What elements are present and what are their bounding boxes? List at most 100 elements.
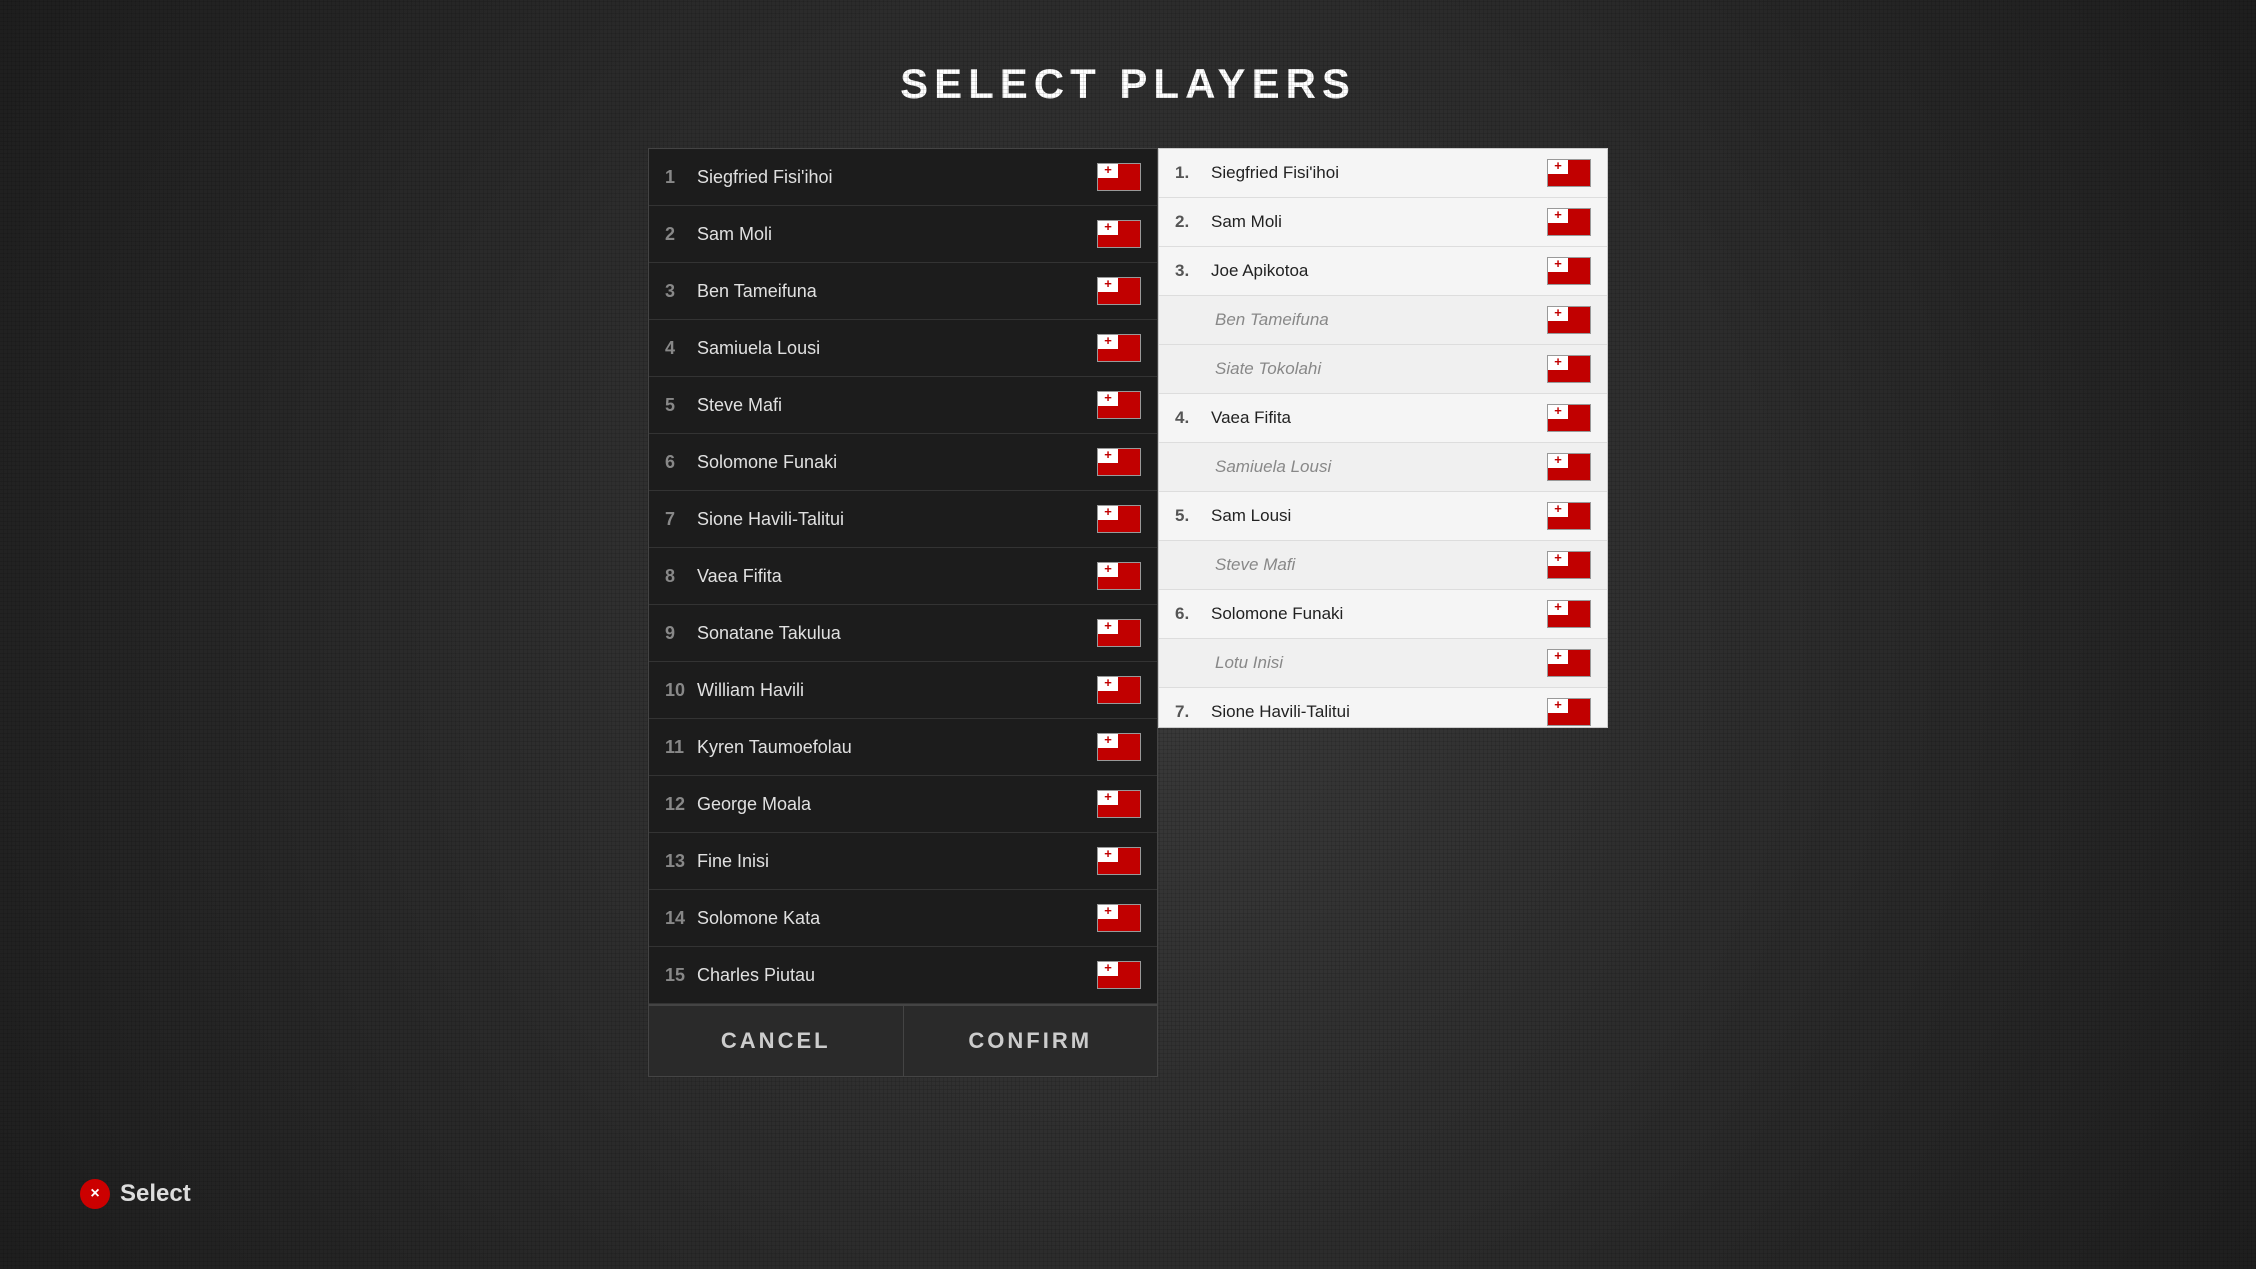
player-num: 3 [665,281,697,302]
lineup-starter-name: Sam Lousi [1211,506,1547,526]
player-flag [1097,619,1141,647]
lineup-flag [1547,404,1591,432]
player-row[interactable]: 3 Ben Tameifuna [649,263,1157,320]
lineup-starter-row[interactable]: 6. Solomone Funaki [1159,590,1607,639]
player-flag [1097,391,1141,419]
player-num: 6 [665,452,697,473]
player-num: 4 [665,338,697,359]
lineup-flag [1547,159,1591,187]
player-flag [1097,676,1141,704]
player-name: Sam Moli [697,224,1097,245]
player-flag [1097,733,1141,761]
player-num: 13 [665,851,697,872]
lineup-starter-row[interactable]: 5. Sam Lousi [1159,492,1607,541]
x-icon: × [80,1179,110,1209]
lineup-sub-flag [1547,453,1591,481]
lineup-flag [1547,257,1591,285]
player-row[interactable]: 12 George Moala [649,776,1157,833]
lineup-num: 2. [1175,212,1211,232]
lineup-sub-row[interactable]: Lotu Inisi [1159,639,1607,688]
lineup-sub-row[interactable]: Steve Mafi [1159,541,1607,590]
player-name: Solomone Kata [697,908,1097,929]
player-name: William Havili [697,680,1097,701]
page-title: SELECT PLAYERS [0,0,2256,108]
lineup-flag [1547,502,1591,530]
player-row[interactable]: 9 Sonatane Takulua [649,605,1157,662]
player-row[interactable]: 1 Siegfried Fisi'ihoi [649,149,1157,206]
player-row[interactable]: 8 Vaea Fifita [649,548,1157,605]
player-num: 11 [665,737,697,758]
player-num: 9 [665,623,697,644]
player-name: Ben Tameifuna [697,281,1097,302]
player-num: 15 [665,965,697,986]
player-row[interactable]: 11 Kyren Taumoefolau [649,719,1157,776]
player-num: 10 [665,680,697,701]
player-row[interactable]: 10 William Havili [649,662,1157,719]
lineup-sub-name: Siate Tokolahi [1215,359,1547,379]
lineup-starter-row[interactable]: 7. Sione Havili-Talitui [1159,688,1607,728]
lineup-starter-name: Vaea Fifita [1211,408,1547,428]
lineup-starter-row[interactable]: 3. Joe Apikotoa [1159,247,1607,296]
player-flag [1097,961,1141,989]
player-name: Samiuela Lousi [697,338,1097,359]
player-name: Kyren Taumoefolau [697,737,1097,758]
player-num: 8 [665,566,697,587]
lineup-starter-name: Solomone Funaki [1211,604,1547,624]
player-row[interactable]: 14 Solomone Kata [649,890,1157,947]
player-flag [1097,505,1141,533]
lineup-num: 4. [1175,408,1211,428]
player-num: 12 [665,794,697,815]
player-flag [1097,562,1141,590]
player-name: Charles Piutau [697,965,1097,986]
select-button[interactable]: × Select [80,1179,191,1209]
player-flag [1097,904,1141,932]
lineup-flag [1547,208,1591,236]
player-row[interactable]: 2 Sam Moli [649,206,1157,263]
player-name: Fine Inisi [697,851,1097,872]
player-name: Vaea Fifita [697,566,1097,587]
lineup-sub-flag [1547,306,1591,334]
player-row[interactable]: 6 Solomone Funaki [649,434,1157,491]
lineup-starter-name: Joe Apikotoa [1211,261,1547,281]
player-num: 14 [665,908,697,929]
lineup-sub-flag [1547,355,1591,383]
player-list: 1 Siegfried Fisi'ihoi 2 Sam Moli 3 Ben T… [649,149,1157,1004]
player-row[interactable]: 5 Steve Mafi [649,377,1157,434]
lineup-sub-flag [1547,649,1591,677]
select-label: Select [120,1180,191,1208]
lineup-sub-name: Lotu Inisi [1215,653,1547,673]
lineup-sub-flag [1547,551,1591,579]
player-row[interactable]: 13 Fine Inisi [649,833,1157,890]
player-row[interactable]: 7 Sione Havili-Talitui [649,491,1157,548]
lineup-starter-name: Sione Havili-Talitui [1211,702,1547,722]
lineup-starter-row[interactable]: 2. Sam Moli [1159,198,1607,247]
bottom-buttons: CANCEL CONFIRM [649,1004,1157,1076]
lineup-num: 1. [1175,163,1211,183]
lineup-flag [1547,600,1591,628]
player-num: 2 [665,224,697,245]
player-flag [1097,847,1141,875]
player-row[interactable]: 4 Samiuela Lousi [649,320,1157,377]
lineup-starter-row[interactable]: 4. Vaea Fifita [1159,394,1607,443]
player-num: 1 [665,167,697,188]
player-flag [1097,448,1141,476]
lineup-starter-row[interactable]: 1. Siegfried Fisi'ihoi [1159,149,1607,198]
lineup-sub-name: Ben Tameifuna [1215,310,1547,330]
lineup-sub-row[interactable]: Ben Tameifuna [1159,296,1607,345]
lineup-starter-name: Sam Moli [1211,212,1547,232]
lineup-starter-name: Siegfried Fisi'ihoi [1211,163,1547,183]
right-panel: 1. Siegfried Fisi'ihoi 2. Sam Moli 3. Jo… [1158,148,1608,728]
left-panel: 1 Siegfried Fisi'ihoi 2 Sam Moli 3 Ben T… [648,148,1158,1077]
lineup-sub-row[interactable]: Siate Tokolahi [1159,345,1607,394]
lineup-sub-name: Steve Mafi [1215,555,1547,575]
confirm-button[interactable]: CONFIRM [904,1006,1158,1076]
lineup-num: 7. [1175,702,1211,722]
player-row[interactable]: 15 Charles Piutau [649,947,1157,1004]
cancel-button[interactable]: CANCEL [649,1006,904,1076]
player-name: Steve Mafi [697,395,1097,416]
player-name: Sonatane Takulua [697,623,1097,644]
lineup-sub-name: Samiuela Lousi [1215,457,1547,477]
lineup-num: 6. [1175,604,1211,624]
player-name: Siegfried Fisi'ihoi [697,167,1097,188]
lineup-sub-row[interactable]: Samiuela Lousi [1159,443,1607,492]
